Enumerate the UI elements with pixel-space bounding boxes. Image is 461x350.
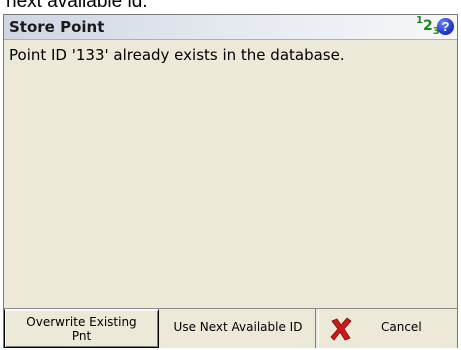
use-next-available-id-button[interactable]: Use Next Available ID xyxy=(161,309,316,348)
dialog-message: Point ID '133' already exists in the dat… xyxy=(9,46,345,64)
dialog-title: Store Point xyxy=(9,18,105,36)
top-caption: next available id. xyxy=(6,0,148,12)
overwrite-label-line2: Pnt xyxy=(71,329,92,343)
overwrite-existing-button[interactable]: Overwrite Existing Pnt xyxy=(4,309,159,348)
button-bar: Overwrite Existing Pnt Use Next Availabl… xyxy=(4,308,457,348)
indicator-main: 2 xyxy=(422,18,433,34)
cancel-label: Cancel xyxy=(381,320,422,334)
overwrite-label-line1: Overwrite Existing xyxy=(26,315,137,329)
red-x-icon xyxy=(330,317,352,341)
help-icon[interactable]: ? xyxy=(437,18,454,35)
cancel-button[interactable]: Cancel xyxy=(318,309,457,348)
title-bar: Store Point 123 ? xyxy=(4,15,457,40)
indicator-sup: 1 xyxy=(416,15,423,26)
store-point-dialog: Store Point 123 ? Point ID '133' already… xyxy=(3,14,458,348)
